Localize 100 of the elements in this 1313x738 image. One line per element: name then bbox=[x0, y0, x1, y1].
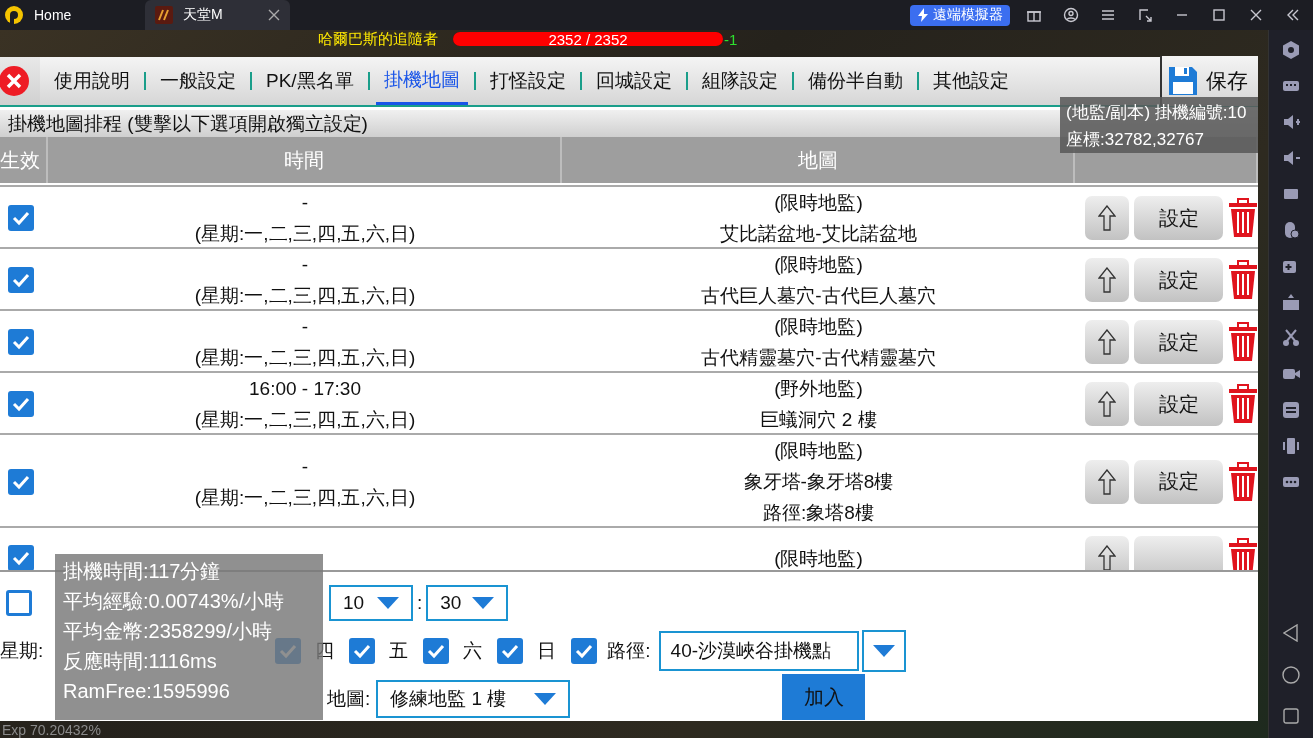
settings-tab[interactable]: 使用說明 bbox=[46, 57, 138, 105]
dropdown[interactable]: 修練地監 1 樓 bbox=[376, 680, 571, 718]
map-text: 路徑:象塔8樓 bbox=[763, 501, 874, 525]
map-text: (限時地監) bbox=[774, 315, 863, 339]
maximize-icon[interactable] bbox=[1211, 7, 1227, 23]
weekday-label: 日 bbox=[537, 639, 558, 663]
move-up-button[interactable] bbox=[1085, 258, 1130, 302]
path-label: 路徑: bbox=[607, 639, 651, 663]
checkbox[interactable] bbox=[6, 590, 32, 616]
trash-icon[interactable] bbox=[1228, 461, 1258, 502]
game-icon bbox=[155, 6, 173, 24]
time-text: - bbox=[301, 253, 309, 277]
dropdown[interactable]: 10 bbox=[329, 585, 413, 621]
settings-button[interactable]: 設定 bbox=[1134, 320, 1223, 364]
recents-icon[interactable] bbox=[1283, 708, 1299, 724]
app-logo-icon bbox=[4, 5, 24, 25]
home-icon[interactable] bbox=[1282, 666, 1300, 684]
map-text: 古代巨人墓穴-古代巨人墓穴 bbox=[701, 284, 936, 308]
settings-tab[interactable]: 一般設定 bbox=[152, 57, 244, 105]
map-text: (限時地監) bbox=[774, 439, 863, 463]
map-text: (限時地監) bbox=[774, 191, 863, 215]
checkbox[interactable] bbox=[8, 391, 34, 417]
dropdown[interactable]: 30 bbox=[426, 585, 509, 621]
settings-tab[interactable]: PK/黑名單 bbox=[258, 57, 362, 105]
settings-tab[interactable]: 回城設定 bbox=[587, 57, 680, 105]
map-text: 古代精靈墓穴-古代精靈墓穴 bbox=[701, 346, 936, 370]
browser-tab[interactable]: Home bbox=[0, 0, 145, 30]
settings-button[interactable]: 設定 bbox=[1134, 382, 1223, 426]
account-icon[interactable] bbox=[1063, 7, 1079, 23]
path-field[interactable]: 40-沙漠峽谷掛機點 bbox=[658, 631, 859, 671]
checkbox[interactable] bbox=[571, 638, 598, 664]
settings-tab[interactable]: 打怪設定 bbox=[481, 57, 574, 105]
phone-shake-icon[interactable] bbox=[1281, 436, 1301, 456]
stat-text: RamFree:1595996 bbox=[63, 679, 230, 704]
remote-emulator-button[interactable]: 遠端模擬器 bbox=[910, 4, 1010, 26]
checkbox[interactable] bbox=[8, 205, 34, 231]
column-header: 時間 bbox=[48, 137, 562, 183]
hexagon-icon[interactable] bbox=[1281, 40, 1301, 60]
dropdown-button[interactable] bbox=[861, 630, 906, 672]
settings-tab[interactable]: 其他設定 bbox=[924, 57, 1017, 105]
volume-down-icon[interactable] bbox=[1281, 148, 1301, 168]
move-up-button[interactable] bbox=[1085, 320, 1130, 364]
column-header: 生效 bbox=[0, 137, 48, 183]
map-text: (野外地監) bbox=[774, 377, 863, 401]
checkbox[interactable] bbox=[497, 638, 524, 664]
trash-icon[interactable] bbox=[1228, 322, 1258, 362]
trash-icon[interactable] bbox=[1228, 538, 1258, 570]
separator-label: : bbox=[417, 592, 423, 614]
weekday-label: 六 bbox=[463, 639, 484, 663]
volume-up-icon[interactable] bbox=[1281, 112, 1301, 132]
checkbox[interactable] bbox=[8, 267, 34, 293]
collapse-icon[interactable] bbox=[1285, 7, 1301, 23]
hp-reading: 2352 / 2352 bbox=[547, 32, 629, 46]
map-text: 巨蟻洞穴 2 樓 bbox=[760, 408, 877, 432]
move-up-button[interactable] bbox=[1085, 382, 1130, 426]
time-text: (星期:一,二,三,四,五,六,日) bbox=[194, 408, 416, 432]
browser-tab[interactable]: 天堂M bbox=[145, 0, 290, 30]
dropdown-caret-icon bbox=[534, 693, 557, 705]
map-text: (限時地監) bbox=[774, 546, 863, 570]
exp-reading: Exp 70.20432% bbox=[2, 722, 101, 738]
checkbox[interactable] bbox=[8, 329, 34, 355]
close-icon[interactable] bbox=[1248, 7, 1264, 23]
scissors-icon[interactable] bbox=[1281, 328, 1301, 348]
trash-icon[interactable] bbox=[1228, 384, 1258, 424]
sync-icon[interactable] bbox=[1281, 400, 1301, 420]
checkbox[interactable] bbox=[423, 638, 450, 664]
stat-text: 平均金幣:2358299/小時 bbox=[63, 619, 272, 644]
up-arrow-icon bbox=[1098, 329, 1117, 355]
back-icon[interactable] bbox=[1283, 624, 1299, 642]
weekday-label: 四 bbox=[315, 639, 336, 663]
move-up-button[interactable] bbox=[1085, 459, 1130, 504]
stat-text: 平均經驗:0.00743%/小時 bbox=[63, 589, 285, 614]
trash-icon[interactable] bbox=[1228, 260, 1258, 300]
settings-button[interactable]: 設定 bbox=[1134, 459, 1223, 504]
move-up-button[interactable] bbox=[1085, 536, 1130, 570]
apk-icon[interactable] bbox=[1281, 292, 1301, 312]
stat-text: 反應時間:1116ms bbox=[63, 649, 217, 674]
time-text: (星期:一,二,三,四,五,六,日) bbox=[194, 346, 416, 370]
time-text: - bbox=[301, 191, 309, 215]
settings-tab[interactable]: 組隊設定 bbox=[693, 57, 786, 105]
map-text: (限時地監) bbox=[774, 253, 863, 277]
dropdown-caret-icon bbox=[472, 597, 495, 609]
weekday-label: 星期: bbox=[0, 639, 44, 663]
settings-tab[interactable]: 備份半自動 bbox=[799, 57, 911, 105]
time-text: - bbox=[301, 315, 309, 339]
settings-button[interactable]: 設定 bbox=[1134, 258, 1223, 302]
menu-icon[interactable] bbox=[1100, 7, 1116, 23]
move-up-button[interactable] bbox=[1085, 196, 1130, 240]
checkbox[interactable] bbox=[8, 468, 34, 495]
checkbox[interactable] bbox=[8, 545, 34, 570]
settings-button[interactable]: 設定 bbox=[1134, 196, 1223, 240]
settings-tab[interactable]: 掛機地圖 bbox=[375, 57, 468, 105]
checkbox[interactable] bbox=[349, 638, 376, 664]
close-tab-icon[interactable] bbox=[268, 9, 280, 21]
close-icon[interactable] bbox=[0, 65, 30, 97]
resize-icon[interactable] bbox=[1137, 7, 1153, 23]
add-button[interactable]: 加入 bbox=[782, 674, 866, 720]
time-text: - bbox=[301, 454, 309, 479]
trash-icon[interactable] bbox=[1228, 198, 1258, 238]
map-text: 艾比諾盆地-艾比諾盆地 bbox=[720, 222, 917, 246]
